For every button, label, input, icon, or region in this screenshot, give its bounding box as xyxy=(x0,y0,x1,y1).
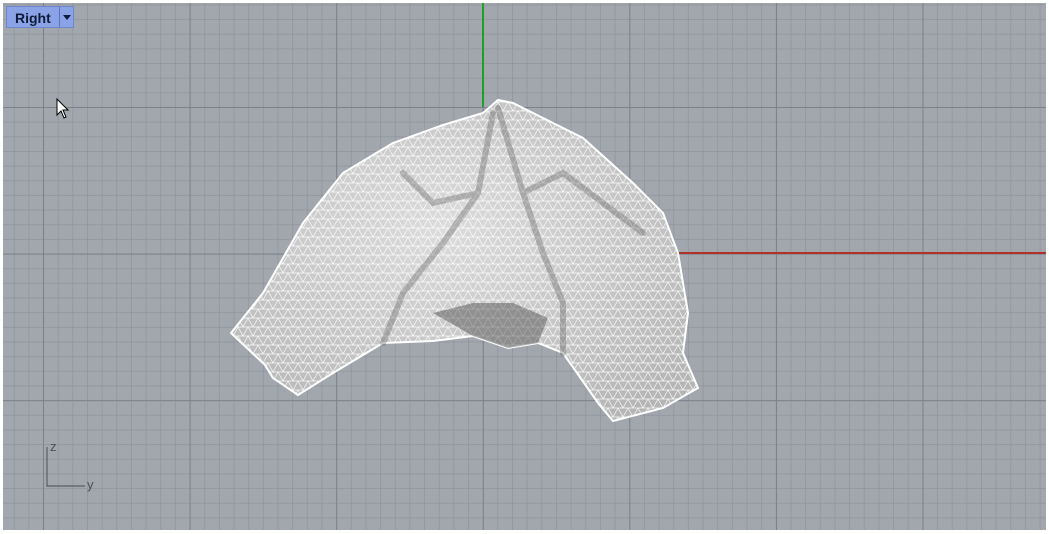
viewport-name-label[interactable]: Right xyxy=(7,7,59,27)
mesh-object[interactable] xyxy=(3,3,1046,530)
mesh-shape xyxy=(229,98,700,423)
mouse-pointer-icon xyxy=(56,98,70,119)
viewport-title-tab[interactable]: Right xyxy=(6,6,74,28)
viewport-right[interactable]: Right z y xyxy=(3,3,1046,530)
axis-label-z: z xyxy=(50,439,57,454)
chevron-down-icon[interactable] xyxy=(58,7,73,27)
axis-label-y: y xyxy=(87,477,94,492)
axis-indicator: z y xyxy=(43,439,113,499)
